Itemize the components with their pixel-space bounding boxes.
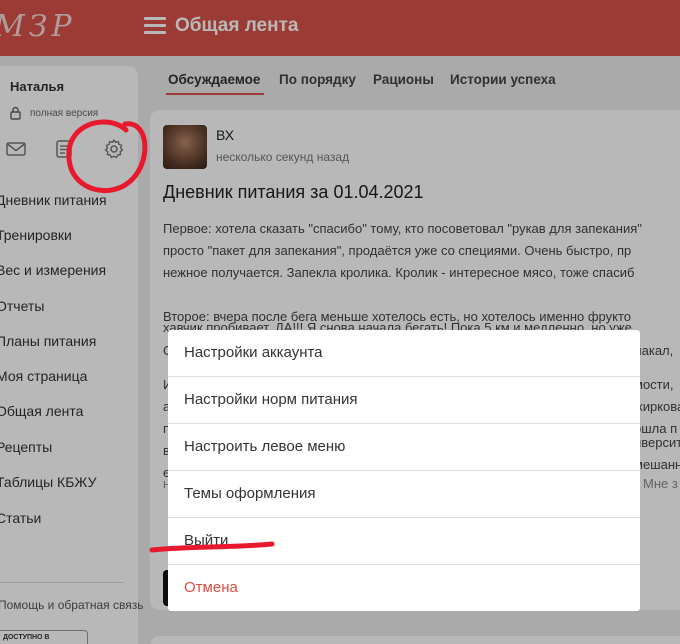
left-menu-settings-button[interactable]: Настроить левое меню (168, 424, 640, 471)
nutrition-norms-button[interactable]: Настройки норм питания (168, 377, 640, 424)
account-settings-button[interactable]: Настройки аккаунта (168, 330, 640, 377)
themes-button[interactable]: Темы оформления (168, 471, 640, 518)
cancel-button[interactable]: Отмена (168, 565, 640, 612)
settings-action-sheet: Настройки аккаунта Настройки норм питани… (168, 330, 640, 611)
logout-button[interactable]: Выйти (168, 518, 640, 565)
